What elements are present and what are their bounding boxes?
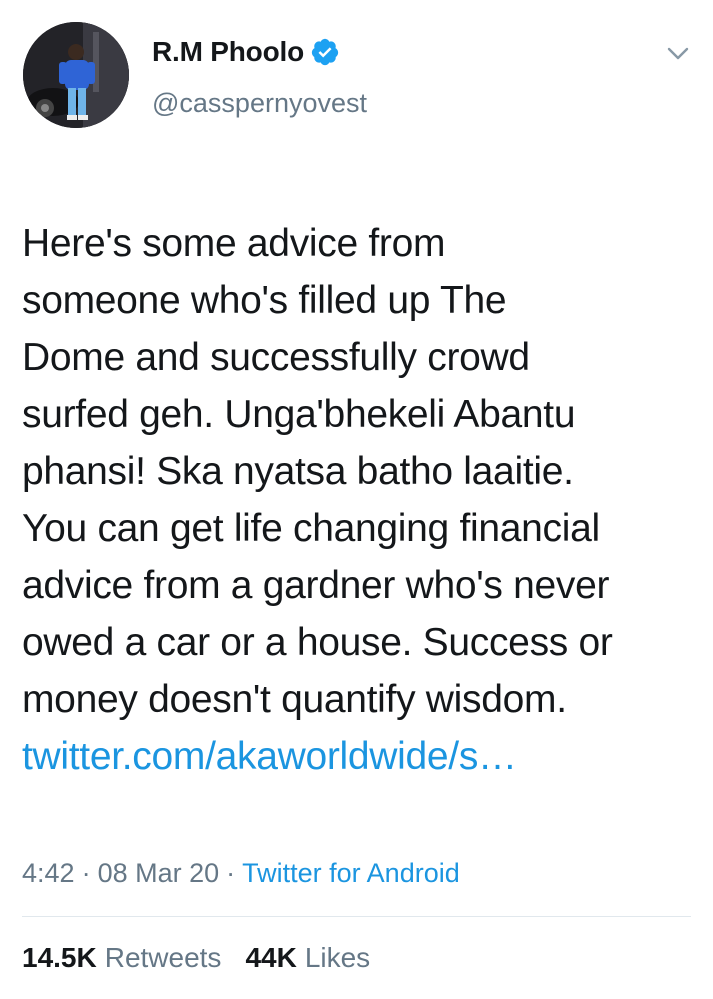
avatar[interactable]	[23, 22, 129, 128]
user-handle[interactable]: @casspernyovest	[152, 88, 367, 119]
tweet-body: Here's some advice from someone who's fi…	[22, 222, 613, 721]
profile-photo-icon	[23, 22, 129, 128]
meta-separator: ·	[81, 858, 91, 888]
likes-count: 44K	[245, 942, 297, 973]
divider	[22, 916, 691, 917]
retweets-count: 14.5K	[22, 942, 97, 973]
tweet-stats: 14.5K Retweets 44K Likes	[22, 942, 394, 974]
tweet-source-link[interactable]: Twitter for Android	[242, 858, 460, 889]
meta-separator: ·	[226, 858, 236, 888]
display-name[interactable]: R.M Phoolo	[152, 36, 304, 68]
retweets-label: Retweets	[104, 942, 222, 973]
tweet-detail: R.M Phoolo @casspernyovest Here's some a…	[0, 0, 713, 999]
user-name-row: R.M Phoolo	[152, 36, 340, 68]
tweet-text: Here's some advice from someone who's fi…	[22, 158, 702, 842]
tweet-time: 4:42	[22, 858, 75, 888]
tweet-quoted-link[interactable]: twitter.com/akaworldwide/s…	[22, 728, 702, 785]
verified-badge-icon	[310, 37, 340, 67]
tweet-meta: 4:42 · 08 Mar 20 · Twitter for Android	[22, 858, 460, 889]
tweet-date: 08 Mar 20	[97, 858, 220, 888]
likes-stat[interactable]: 44K Likes	[245, 942, 394, 974]
likes-label: Likes	[304, 942, 371, 973]
retweets-stat[interactable]: 14.5K Retweets	[22, 942, 245, 974]
chevron-down-icon[interactable]	[665, 40, 691, 66]
